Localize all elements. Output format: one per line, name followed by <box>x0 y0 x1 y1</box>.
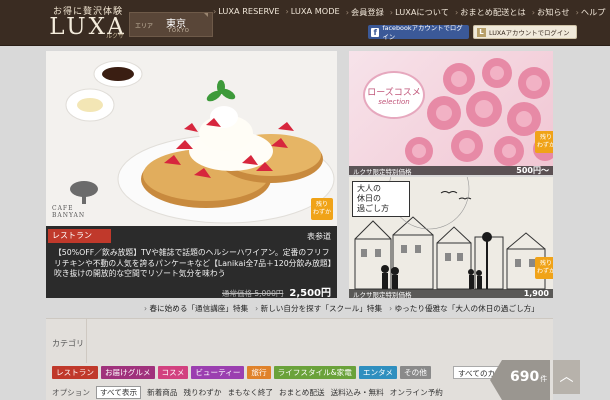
nav-news[interactable]: › お知らせ <box>529 6 573 18</box>
chip-beauty[interactable]: ビューティー <box>191 366 245 379</box>
tile-price-bar: ルクサ限定特別価格 1,900 <box>349 289 553 298</box>
tile-title-line: 休日の <box>357 194 381 203</box>
featured-deal[interactable]: CAFE BANYAN 残り わずか レストラン 表参道 【50%OFF／飲み放題… <box>46 51 337 299</box>
option-row: オプション すべて表示 新着商品 残りわずか まもなく終了 おまとめ配送 送料込… <box>52 386 443 399</box>
nav-luxa-mode[interactable]: › LUXA MODE <box>283 6 343 18</box>
rose-cosme-badge: ローズコスメ selection <box>363 71 425 119</box>
chip-travel[interactable]: 旅行 <box>247 366 271 379</box>
feature-link-holiday[interactable]: ゆったり優雅な「大人の休日の過ごし方」 <box>389 303 539 314</box>
luxa-logo[interactable]: お得に贅沢体験 LUXA ルクサ <box>46 4 130 42</box>
tile-title-box: 大人の 休日の 過ごし方 <box>352 181 410 217</box>
luxa-l-icon: L <box>477 27 486 37</box>
category-badge: レストラン <box>48 229 111 243</box>
price-row: 通常価格 5,000円 2,500円 <box>222 284 331 299</box>
tile-price-label: ルクサ限定特別価格 <box>353 167 412 176</box>
site-header: お得に贅沢体験 LUXA ルクサ エリア 東京 TOKYO › LUXA RESE… <box>0 0 610 46</box>
nav-bundle-delivery[interactable]: › おまとめ配送とは <box>452 6 529 18</box>
result-count: 690件 <box>502 360 550 400</box>
option-bundle-delivery[interactable]: おまとめ配送 <box>279 387 325 398</box>
option-label: オプション <box>52 388 90 397</box>
option-online-booking[interactable]: オンライン予約 <box>390 387 443 398</box>
feature-links: 春に始める「通信講座」特集 新しい自分を探す「スクール」特集 ゆったり優雅な「大… <box>144 303 539 314</box>
chevron-up-icon: ︿ <box>559 369 574 385</box>
tile-title-line: 大人の <box>357 184 381 193</box>
option-few-left[interactable]: 残りわずか <box>183 387 221 398</box>
feature-link-school[interactable]: 新しい自分を探す「スクール」特集 <box>255 303 383 314</box>
search-panel: カテゴリ レストラン お届けグルメ コスメ ビューティー 旅行 ライフスタイル&… <box>46 318 553 400</box>
luxa-login-label: LUXAアカウントでログイン <box>489 28 570 37</box>
dropdown-corner-icon <box>204 13 208 17</box>
nav-register[interactable]: › 会員登録 <box>343 6 387 18</box>
few-left-badge: 残り わずか <box>311 198 333 220</box>
divider <box>86 319 87 363</box>
option-new[interactable]: 新着商品 <box>147 387 177 398</box>
cafe-name: CAFE BANYAN <box>52 205 86 219</box>
facebook-icon: f <box>371 27 380 37</box>
tile-title: ローズコスメ <box>367 88 421 98</box>
chip-gourmet-delivery[interactable]: お届けグルメ <box>100 366 155 379</box>
tile-price: 1,900 <box>523 289 549 298</box>
deal-description: 【50%OFF／飲み放題】TVや雑誌で話題のヘルシーハワイアン。定番のフリフリチ… <box>54 248 332 278</box>
scroll-to-top-button[interactable]: ︿ <box>553 360 580 394</box>
tile-price: 500円～ <box>516 166 549 175</box>
location-label: 表参道 <box>307 232 331 241</box>
featured-image[interactable]: CAFE BANYAN 残り わずか <box>46 51 337 226</box>
option-show-all[interactable]: すべて表示 <box>95 386 142 399</box>
result-count-unit: 件 <box>540 375 548 383</box>
result-count-value: 690 <box>510 369 540 385</box>
category-chips: レストラン お届けグルメ コスメ ビューティー 旅行 ライフスタイル&家電 エン… <box>52 366 431 379</box>
logo-subtext: ルクサ <box>105 33 124 40</box>
tile-price-bar: ルクサ限定特別価格 500円～ <box>349 166 553 175</box>
chip-cosme[interactable]: コスメ <box>157 366 189 379</box>
count-arrow <box>490 360 502 400</box>
facebook-login-button[interactable]: f facebookアカウントでログイン <box>368 24 469 41</box>
few-left-badge: 残り わずか <box>535 131 553 153</box>
deal-tile-rose-cosme[interactable]: ローズコスメ selection 残り わずか ルクサ限定特別価格 500円～ <box>349 51 553 175</box>
tree-icon <box>70 181 98 204</box>
tile-price-label: ルクサ限定特別価格 <box>353 290 412 299</box>
luxa-login-button[interactable]: L LUXAアカウントでログイン <box>473 25 577 39</box>
category-label: カテゴリ <box>52 339 84 348</box>
facebook-login-label: facebookアカウントでログイン <box>382 24 463 41</box>
option-ending-soon[interactable]: まもなく終了 <box>227 387 273 398</box>
featured-caption[interactable]: レストラン 表参道 【50%OFF／飲み放題】TVや雑誌で話題のヘルシーハワイア… <box>46 226 337 299</box>
nav-help[interactable]: › ヘルプ <box>573 6 609 18</box>
chip-restaurant[interactable]: レストラン <box>52 366 98 379</box>
nav-luxa-reserve[interactable]: › LUXA RESERVE <box>210 6 283 18</box>
area-selector[interactable]: エリア 東京 TOKYO <box>129 12 213 37</box>
chip-lifestyle[interactable]: ライフスタイル&家電 <box>273 366 356 379</box>
top-navigation: › LUXA RESERVE › LUXA MODE › 会員登録 › LUXAについて… <box>210 6 608 18</box>
deal-tile-adult-holiday[interactable]: 大人の 休日の 過ごし方 残り わずか ルクサ限定特別価格 1,900 <box>349 177 553 298</box>
option-free-shipping[interactable]: 送料込み・無料 <box>331 387 384 398</box>
area-name-en: TOKYO <box>168 28 190 34</box>
regular-price: 通常価格 5,000円 <box>222 289 284 298</box>
chip-entertainment[interactable]: エンタメ <box>358 366 398 379</box>
feature-link-correspondence[interactable]: 春に始める「通信講座」特集 <box>144 303 248 314</box>
nav-about[interactable]: › LUXAについて <box>387 6 452 18</box>
cafe-logo: CAFE BANYAN <box>52 179 108 219</box>
tile-subtitle: selection <box>378 98 410 106</box>
sale-price: 2,500円 <box>289 288 331 299</box>
tile-title-line: 過ごし方 <box>357 204 389 213</box>
few-left-badge: 残り わずか <box>535 257 553 279</box>
chip-other[interactable]: その他 <box>400 366 431 379</box>
area-label: エリア <box>135 23 154 30</box>
